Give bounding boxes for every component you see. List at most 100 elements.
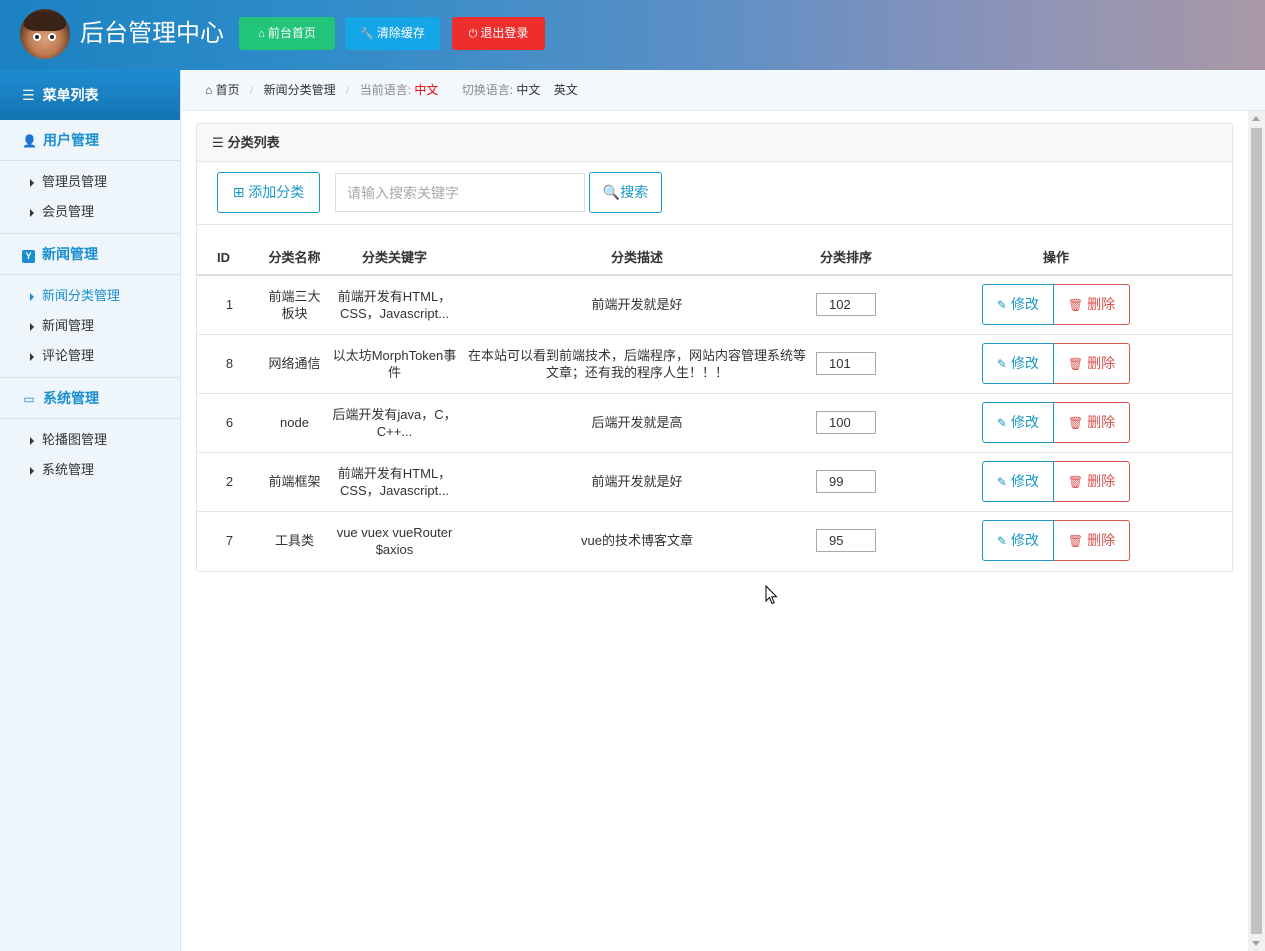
list-icon: ☰ xyxy=(212,135,224,150)
delete-button[interactable]: 🗑 删除 xyxy=(1053,520,1131,562)
current-language-label: 当前语言: xyxy=(359,83,412,97)
sort-input[interactable] xyxy=(816,529,876,553)
cell-id: 8 xyxy=(197,334,262,394)
breadcrumb-home[interactable]: 首页 xyxy=(216,83,240,97)
cell-sort xyxy=(812,393,880,453)
edit-icon: ✎ xyxy=(996,357,1007,371)
edit-icon: ✎ xyxy=(996,298,1007,313)
column-header-id: ID xyxy=(197,225,262,276)
add-category-button[interactable]: ⊞ 添加分类 xyxy=(217,172,320,213)
category-panel: ☰分类列表 ⊞ 添加分类 🔍搜索 ID 分类名称 分类关键字 分类描述 分类排序… xyxy=(196,123,1233,572)
cell-actions: ✎ 修改 🗑 删除 xyxy=(880,334,1232,394)
page-scrollbar[interactable] xyxy=(1248,111,1265,951)
user-icon: 👤 xyxy=(22,134,37,148)
edit-icon: ✎ xyxy=(996,416,1007,430)
cell-keywords: 前端开发有HTML，CSS，Javascript... xyxy=(327,275,462,335)
edit-button[interactable]: ✎ 修改 xyxy=(981,284,1054,326)
delete-button[interactable]: 🗑 删除 xyxy=(1053,343,1131,384)
edit-button[interactable]: ✎ 修改 xyxy=(981,402,1054,443)
switch-language-en[interactable]: 英文 xyxy=(554,83,578,97)
cell-name: 网络通信 xyxy=(262,334,327,394)
sort-input[interactable] xyxy=(816,293,876,317)
cell-actions: ✎ 修改 🗑 删除 xyxy=(880,511,1232,570)
sidebar-group-news[interactable]: Y 新闻管理 xyxy=(0,234,180,275)
switch-language-zh[interactable]: 中文 xyxy=(516,83,540,97)
column-header-keywords: 分类关键字 xyxy=(327,225,462,276)
sidebar-item-admins[interactable]: 管理员管理 xyxy=(0,167,180,197)
panel-header: ☰ 分类列表 xyxy=(197,124,1232,162)
home-button[interactable]: ⌂ 前台首页 xyxy=(239,17,335,50)
search-button[interactable]: 🔍搜索 xyxy=(589,172,662,213)
y-badge-icon: Y xyxy=(22,250,35,263)
delete-button[interactable]: 🗑 删除 xyxy=(1053,461,1131,502)
toolbar: ⊞ 添加分类 🔍搜索 xyxy=(197,162,1232,225)
sort-input[interactable] xyxy=(816,470,876,493)
sidebar-item-carousel[interactable]: 轮播图管理 xyxy=(0,425,180,455)
cell-keywords: 后端开发有java，C，C++... xyxy=(327,393,462,453)
caret-right-icon xyxy=(30,436,34,445)
edit-icon: ✎ xyxy=(996,534,1007,549)
cell-sort xyxy=(812,511,880,570)
sidebar-group-users[interactable]: 👤 用户管理 xyxy=(0,120,180,161)
caret-right-icon xyxy=(30,466,34,475)
cell-name: 前端三大板块 xyxy=(262,275,327,335)
breadcrumb-separator: / xyxy=(249,83,254,97)
top-header: 后台管理中心 ⌂ 前台首页 🔧 清除缓存 ⏻ 退出登录 xyxy=(0,0,1265,70)
caret-right-icon xyxy=(30,292,34,301)
breadcrumb: ⌂ 首页 / 新闻分类管理 / 当前语言: 中文 切换语言: 中文 英文 xyxy=(181,70,1265,111)
breadcrumb-separator: / xyxy=(346,83,350,97)
cell-keywords: 前端开发有HTML，CSS，Javascript... xyxy=(327,452,462,512)
switch-language-label: 切换语言: xyxy=(461,83,514,97)
sidebar-item-members[interactable]: 会员管理 xyxy=(0,197,180,227)
table-row: 7 工具类 vue vuex vueRouter $axios vue的技术博客… xyxy=(197,511,1232,570)
breadcrumb-current: 新闻分类管理 xyxy=(263,83,336,97)
cell-keywords: vue vuex vueRouter $axios xyxy=(336,524,453,557)
sidebar-item-news[interactable]: 新闻管理 xyxy=(0,311,180,341)
cell-description: 前端开发就是好 xyxy=(462,275,812,335)
list-icon: ☰ xyxy=(22,87,35,103)
wrench-icon: 🔧 xyxy=(360,28,374,40)
scroll-thumb[interactable] xyxy=(1251,128,1262,934)
sort-input[interactable] xyxy=(816,352,876,375)
sidebar-group-system[interactable]: ▭ 系统管理 xyxy=(0,378,180,419)
cell-keywords: 以太坊MorphToken事件 xyxy=(327,334,462,394)
edit-button[interactable]: ✎ 修改 xyxy=(981,520,1054,562)
search-icon: 🔍 xyxy=(602,184,621,200)
cell-id: 6 xyxy=(197,393,262,453)
logout-button[interactable]: ⏻ 退出登录 xyxy=(452,17,545,50)
sidebar-item-system[interactable]: 系统管理 xyxy=(0,455,180,485)
home-icon: ⌂ xyxy=(205,83,213,97)
delete-button[interactable]: 🗑 删除 xyxy=(1053,402,1131,443)
table-row: 1 前端三大板块 前端开发有HTML，CSS，Javascript... 前端开… xyxy=(197,275,1232,335)
column-header-name: 分类名称 xyxy=(262,225,327,276)
delete-button[interactable]: 🗑 删除 xyxy=(1053,284,1131,326)
edit-button[interactable]: ✎ 修改 xyxy=(981,461,1054,502)
sidebar: ☰ 菜单列表 👤 用户管理 管理员管理 会员管理 Y 新闻管理 新闻分类管理 新闻管理… xyxy=(0,70,181,951)
mouse-cursor-icon xyxy=(765,585,778,605)
sidebar-item-comments[interactable]: 评论管理 xyxy=(0,341,180,371)
cell-description: 前端开发就是好 xyxy=(462,452,812,512)
cell-description: vue的技术博客文章 xyxy=(581,533,693,549)
table-row: 2 前端框架 前端开发有HTML，CSS，Javascript... 前端开发就… xyxy=(197,452,1232,512)
edit-button[interactable]: ✎ 修改 xyxy=(981,343,1054,384)
sidebar-item-news-category[interactable]: 新闻分类管理 xyxy=(0,281,180,311)
trash-icon: 🗑 xyxy=(1067,298,1084,313)
cell-id: 1 xyxy=(197,275,262,335)
sort-input[interactable] xyxy=(816,411,876,434)
edit-icon: ✎ xyxy=(996,475,1007,489)
clear-cache-button[interactable]: 🔧 清除缓存 xyxy=(345,17,440,50)
trash-icon: 🗑 xyxy=(1067,357,1084,371)
column-header-actions: 操作 xyxy=(880,225,1232,276)
cell-sort xyxy=(812,334,880,394)
scroll-up-icon[interactable] xyxy=(1252,116,1260,121)
scroll-down-icon[interactable] xyxy=(1252,941,1260,946)
trash-icon: 🗑 xyxy=(1067,534,1084,549)
category-table: ID 分类名称 分类关键字 分类描述 分类排序 操作 1 前端三大板块 前端开发… xyxy=(197,225,1232,570)
cell-name: node xyxy=(262,393,327,453)
cell-actions: ✎ 修改 🗑 删除 xyxy=(880,452,1232,512)
column-header-sort: 分类排序 xyxy=(812,225,880,276)
cell-id: 2 xyxy=(197,452,262,512)
cell-description: 在本站可以看到前端技术，后端程序，网站内容管理系统等文章；还有我的程序人生！！！ xyxy=(462,334,812,394)
search-input[interactable] xyxy=(335,173,585,212)
cell-sort xyxy=(812,275,880,335)
